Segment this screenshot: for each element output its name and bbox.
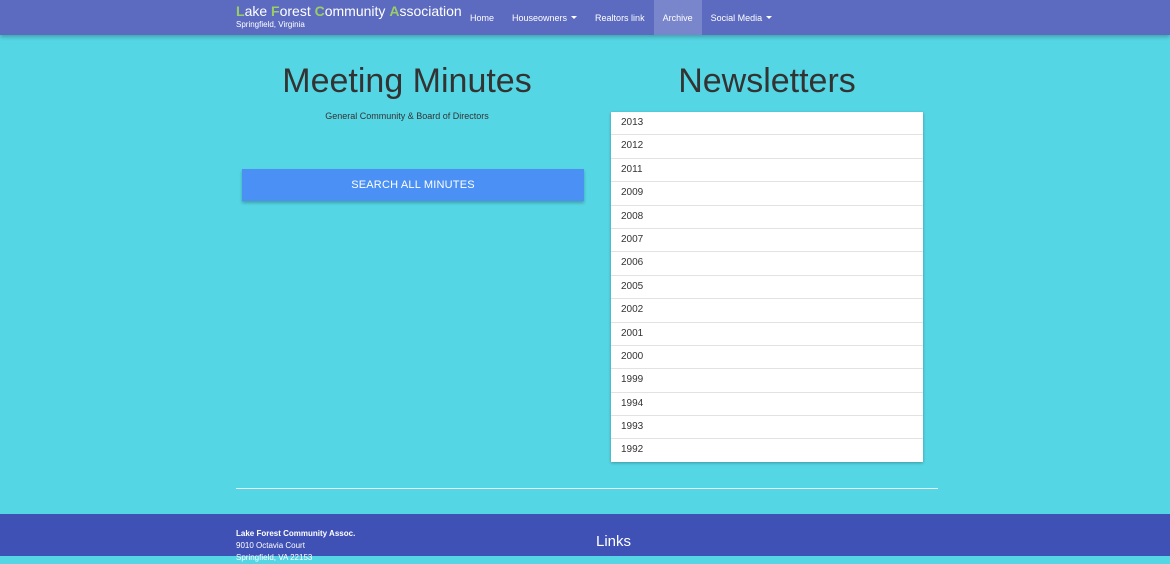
nav-label: Archive	[662, 12, 693, 23]
newsletter-year-item[interactable]: 2000	[611, 346, 923, 370]
nav-label: Social Media	[710, 12, 763, 23]
section-divider	[236, 488, 938, 489]
main-nav: Home Houseowners Realtors link Archive S…	[461, 0, 781, 35]
nav-social-media-dropdown[interactable]: Social Media	[702, 0, 782, 35]
nav-houseowners-dropdown[interactable]: Houseowners	[503, 0, 586, 35]
brand-word-rest: ssociation	[399, 3, 462, 19]
newsletter-year-item[interactable]: 1992	[611, 439, 923, 461]
newsletter-year-item[interactable]: 2011	[611, 159, 923, 183]
newsletter-year-item[interactable]: 2006	[611, 252, 923, 276]
nav-label: Home	[470, 12, 495, 23]
newsletter-year-list: 2013 2012 2011 2009 2008 2007 2006 2005 …	[611, 112, 923, 462]
brand-title[interactable]: Lake Forest Community Association	[236, 3, 462, 20]
footer-street: 9010 Octavia Court	[236, 541, 305, 550]
caret-down-icon	[571, 16, 578, 19]
footer-links-title: Links	[596, 533, 632, 550]
newsletter-year-item[interactable]: 1994	[611, 393, 923, 417]
newsletters-section: Newsletters	[611, 55, 923, 107]
newsletter-year-item[interactable]: 2012	[611, 135, 923, 159]
newsletter-year-item[interactable]: 2001	[611, 323, 923, 346]
nav-archive[interactable]: Archive	[653, 0, 702, 35]
brand-initial-f: F	[271, 3, 280, 19]
caret-down-icon	[766, 16, 773, 19]
brand-initial-l: L	[236, 3, 245, 19]
brand-word-rest: ommunity	[324, 3, 390, 19]
newsletter-year-item[interactable]: 2008	[611, 206, 923, 229]
nav-home[interactable]: Home	[461, 0, 503, 35]
brand-word-rest: orest	[279, 3, 315, 19]
newsletter-year-item[interactable]: 2013	[611, 112, 923, 136]
meeting-minutes-subtitle: General Community & Board of Directors	[325, 111, 489, 121]
meeting-minutes-section: Meeting Minutes General Community & Boar…	[236, 55, 578, 121]
newsletter-year-item[interactable]: 2009	[611, 182, 923, 206]
newsletter-year-item[interactable]: 2005	[611, 276, 923, 300]
footer-city: Springfield, VA 22153	[236, 553, 313, 562]
page-footer: Lake Forest Community Assoc. 9010 Octavi…	[0, 514, 1170, 562]
brand-word-rest: ake	[244, 3, 272, 19]
nav-label: Houseowners	[512, 12, 568, 23]
site-brand[interactable]: Lake Forest Community Association Spring…	[236, 3, 462, 30]
nav-realtors-link[interactable]: Realtors link	[586, 0, 654, 35]
newsletter-year-item[interactable]: 1993	[611, 416, 923, 440]
top-navbar: Lake Forest Community Association Spring…	[0, 0, 1170, 35]
search-all-minutes-button[interactable]: SEARCH ALL MINUTES	[242, 169, 584, 201]
footer-address: Lake Forest Community Assoc. 9010 Octavi…	[236, 528, 355, 564]
nav-label: Realtors link	[595, 12, 645, 23]
brand-subtitle: Springfield, Virginia	[236, 20, 305, 29]
footer-org-name: Lake Forest Community Assoc.	[236, 529, 356, 538]
brand-initial-c: C	[314, 3, 325, 19]
newsletters-title: Newsletters	[678, 62, 856, 100]
newsletter-year-item[interactable]: 2002	[611, 299, 923, 323]
brand-initial-a: A	[389, 3, 400, 19]
newsletter-year-item[interactable]: 1999	[611, 369, 923, 393]
meeting-minutes-title: Meeting Minutes	[282, 62, 532, 100]
newsletter-year-item[interactable]: 2007	[611, 229, 923, 253]
